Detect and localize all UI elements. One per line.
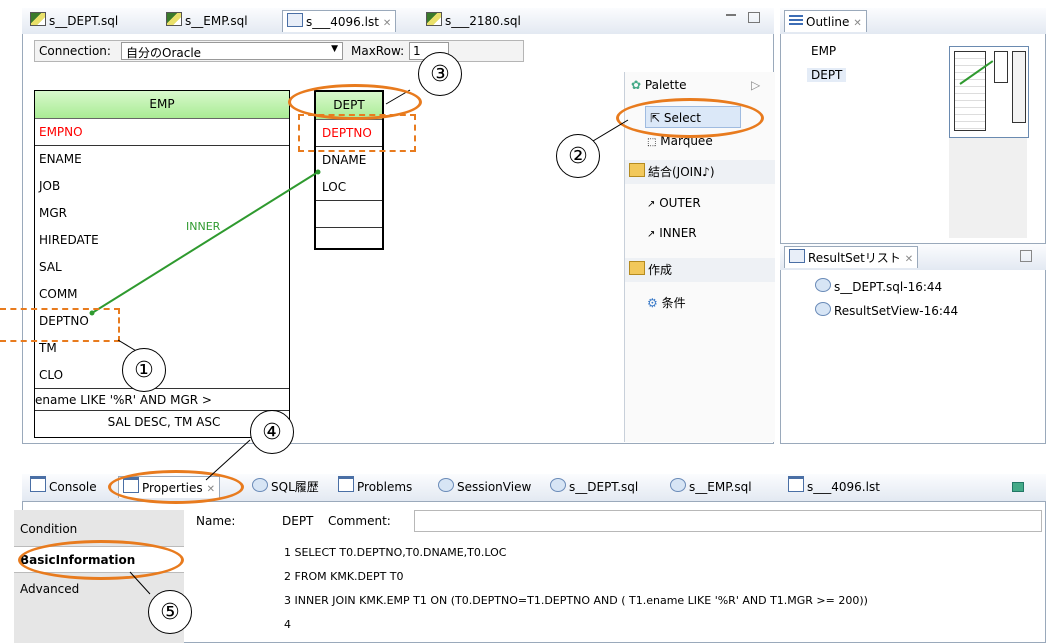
pin-icon[interactable] [1012,482,1024,492]
resultset-entry-icon [815,302,831,316]
session-icon [438,478,454,492]
resultset-item[interactable]: s__DEPT.sql-16:44 [815,278,942,294]
palette-join-group[interactable]: 結合(JOIN♪) [625,160,775,184]
tab-problems[interactable]: Problems [334,476,416,498]
close-icon[interactable]: ✕ [853,18,861,29]
condition-icon: ⚙ [647,296,658,310]
lst-file-icon [287,13,303,27]
emp-table[interactable]: EMP EMPNO ENAME JOB MGR HIREDATE SAL COM… [34,90,290,438]
tab-4096-lst[interactable]: s___4096.lst ✕ [282,10,397,32]
tab-2180-sql[interactable]: s___2180.sql [422,10,525,32]
tab-resultset[interactable]: ResultSetリスト ✕ [784,246,919,268]
palette-create-group[interactable]: 作成 [625,258,775,282]
resultset-tab-bar: ResultSetリスト ✕ [780,244,1046,271]
side-tab-condition[interactable]: Condition [14,516,184,543]
emp-table-header: EMP [35,91,289,119]
sql-line-3: 3 INNER JOIN KMK.EMP T1 ON (T0.DEPTNO=T1… [284,594,868,607]
comment-input[interactable] [414,510,1042,532]
editor-tab-bar: s__DEPT.sql s__EMP.sql s___4096.lst ✕ s__… [22,8,774,35]
outline-tab-bar: Outline ✕ [780,8,1046,35]
properties-tab-highlight [108,470,244,504]
chevron-down-icon: ▼ [331,44,338,54]
emp-column-ename[interactable]: ENAME [35,146,289,173]
outline-panel: EMP DEPT [780,34,1046,244]
tab-dept-sql-result[interactable]: s__DEPT.sql [546,476,642,498]
emp-column-sal[interactable]: SAL [35,254,289,281]
folder-icon [629,163,645,177]
tab-outline[interactable]: Outline ✕ [784,10,867,32]
outline-item-emp[interactable]: EMP [811,44,836,58]
tab-emp-sql[interactable]: s__EMP.sql [162,10,252,32]
marquee-icon: ⬚ [647,137,657,148]
deptno-highlight-emp [0,308,120,342]
outline-thumbnail[interactable] [949,46,1029,138]
callout-1: ① [122,348,166,392]
minimize-icon[interactable] [726,14,736,19]
tab-console[interactable]: Console [26,476,101,498]
emp-where-condition[interactable]: ename LIKE '%R' AND MGR > [35,389,289,411]
resultset-entry-icon [815,278,831,292]
outline-icon [789,15,803,27]
outline-item-dept[interactable]: DEPT [807,68,847,82]
result-icon [550,478,566,492]
tab-4096-lst-result[interactable]: s___4096.lst [784,476,884,498]
outer-join-icon: ↗ [647,199,656,210]
resultset-item[interactable]: ResultSetView-16:44 [815,302,958,318]
join-type-label: INNER [186,220,221,233]
outline-scroll-area [949,138,1027,238]
palette-icon: ✿ [631,78,642,92]
callout-2: ② [556,134,600,178]
close-icon[interactable]: ✕ [905,254,913,265]
tab-emp-sql-result[interactable]: s__EMP.sql [666,476,756,498]
resultset-icon [789,249,805,263]
tab-dept-sql[interactable]: s__DEPT.sql [26,10,122,32]
emp-column-hiredate[interactable]: HIREDATE [35,227,289,254]
sql-file-icon [426,12,442,26]
sql-file-icon [30,12,46,26]
basic-info-highlight [18,540,184,580]
palette-condition-tool[interactable]: ⚙ 条件 [647,294,686,311]
palette-inner-join[interactable]: ↗ INNER [647,226,697,240]
callout-5: ⑤ [148,590,192,634]
connection-select[interactable]: 自分のOracle ▼ [121,42,343,60]
name-value[interactable]: DEPT [282,514,313,528]
inner-join-icon: ↗ [647,229,656,240]
tab-session-view[interactable]: SessionView [434,476,535,498]
sql-line-1: 1 SELECT T0.DEPTNO,T0.DNAME,T0.LOC [284,546,507,559]
select-tool-highlight [616,98,764,138]
palette-header: ✿ Palette [631,78,687,92]
dept-empty-row [316,201,382,228]
resultset-panel: s__DEPT.sql-16:44 ResultSetView-16:44 [780,270,1046,444]
maxrow-label: MaxRow: [351,44,405,58]
lst-icon [788,476,804,492]
emp-column-empno[interactable]: EMPNO [35,119,289,146]
connection-label: Connection: [39,44,111,58]
sql-line-4: 4 [284,618,291,631]
maximize-icon[interactable] [748,12,760,23]
name-label: Name: [196,514,236,528]
sql-line-2: 2 FROM KMK.DEPT T0 [284,570,404,583]
console-icon [30,476,46,492]
dept-title-highlight [288,84,422,120]
collapse-palette-icon[interactable]: ▷ [751,78,760,92]
comment-label: Comment: [328,514,391,528]
palette-outer-join[interactable]: ↗ OUTER [647,196,701,210]
dept-column-loc[interactable]: LOC [316,174,382,201]
emp-column-mgr[interactable]: MGR [35,200,289,227]
view-menu-icon[interactable] [1020,250,1032,262]
problems-icon [338,476,354,492]
sql-file-icon [166,12,182,26]
emp-column-job[interactable]: JOB [35,173,289,200]
folder-icon [629,261,645,275]
tab-sql-history[interactable]: SQL履歴 [248,476,323,498]
close-icon[interactable]: ✕ [383,18,391,29]
callout-3: ③ [418,52,462,96]
result-icon [670,478,686,492]
history-icon [252,478,268,492]
emp-column-comm[interactable]: COMM [35,281,289,308]
callout-4: ④ [250,410,294,454]
